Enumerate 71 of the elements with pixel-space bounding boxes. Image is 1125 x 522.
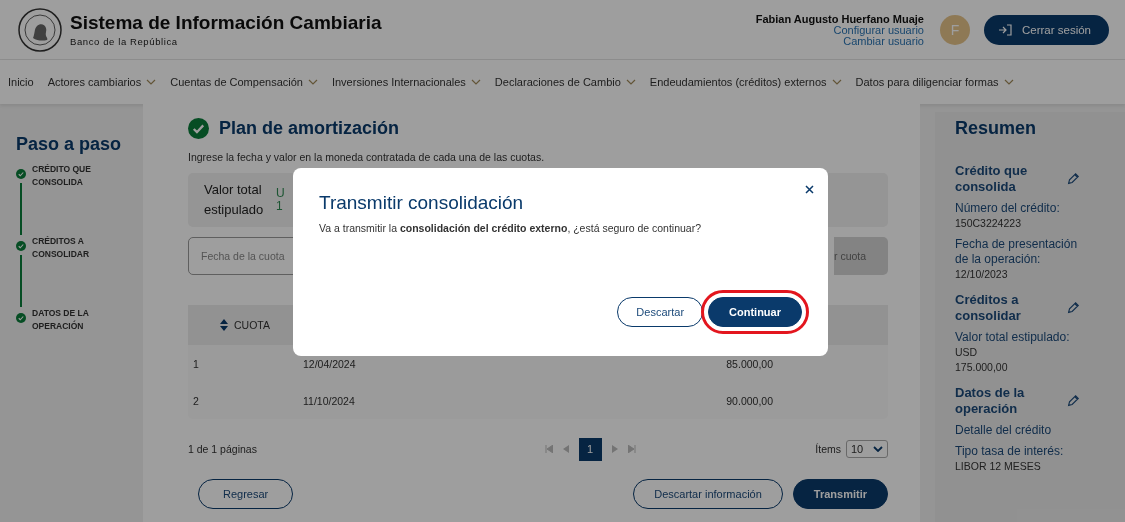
- action-button[interactable]: Transmitir: [792, 479, 888, 509]
- seal-logo: [18, 7, 62, 52]
- close-icon: [805, 185, 814, 194]
- nav-item[interactable]: Actores cambiarios: [47, 76, 157, 88]
- nav-item[interactable]: Inversiones Internacionales: [331, 76, 481, 88]
- step-label: CRÉDITOS A CONSOLIDAR: [32, 235, 91, 261]
- pencil-icon[interactable]: [1066, 394, 1080, 408]
- summary-section-title: Datos de la operación: [955, 385, 1026, 417]
- chevron-down-icon: [831, 79, 842, 85]
- currency-text: U: [276, 187, 285, 200]
- chevron-down-icon: [470, 79, 481, 85]
- table-cell-text: 12/04/2024: [303, 357, 357, 370]
- sort-icon: [220, 319, 228, 331]
- summary-section-title: Crédito que consolida: [955, 163, 1029, 195]
- page-button[interactable]: 1: [578, 437, 602, 461]
- nav-item[interactable]: Declaraciones de Cambio: [494, 76, 636, 88]
- page-summary: 1 de 1 páginas: [188, 443, 257, 455]
- instruction-text: Ingrese la fecha y valor en la moneda contratada de cada una de las cuotas.: [188, 151, 546, 163]
- amount-text: 1: [276, 200, 284, 213]
- table-cell-text: 85.000,00: [725, 357, 773, 370]
- items-label: Ítems: [815, 443, 841, 455]
- summary-title: Resumen: [955, 118, 1038, 139]
- summary-value: 150C3224223: [955, 216, 1022, 231]
- check-icon: [16, 241, 26, 251]
- nav-item[interactable]: Inicio: [8, 76, 34, 88]
- user-link[interactable]: Cambiar usuario: [843, 35, 924, 47]
- table-cell-text: 2: [193, 394, 200, 407]
- summary-label: Número del crédito:: [955, 201, 1061, 216]
- summary-section-title: Créditos a consolidar: [955, 292, 1022, 324]
- chevron-down-icon: [625, 79, 636, 85]
- nav-item[interactable]: Endeudamientos (créditos) externos: [649, 76, 842, 88]
- check-icon: [188, 118, 209, 139]
- summary-label: Detalle del crédito: [955, 423, 1053, 438]
- chevron-down-icon: [873, 446, 883, 452]
- summary-label: Tipo tasa de interés:: [955, 444, 1065, 459]
- chevron-down-icon: [307, 79, 318, 85]
- table-cell-text: 90.000,00: [725, 394, 773, 407]
- check-icon: [16, 313, 26, 323]
- dialog-message: Va a transmitir la consolidación del crédito externo, ¿está seguro de continuar?: [319, 222, 703, 234]
- table-cell-text: 1: [193, 357, 200, 370]
- summary-label: Fecha de presentación de la operación:: [955, 237, 1079, 267]
- total-label: Valor total estipulado: [204, 181, 265, 219]
- summary-label: Valor total estipulado:: [955, 330, 1071, 345]
- action-button[interactable]: Descartar información: [633, 479, 783, 509]
- nav-item[interactable]: Cuentas de Compensación: [170, 76, 318, 88]
- logout-button[interactable]: Cerrar sesión: [983, 14, 1109, 45]
- summary-value: 12/10/2023: [955, 267, 1009, 282]
- steps-title: Paso a paso: [16, 134, 123, 155]
- nav-item[interactable]: Datos para diligenciar formas: [855, 76, 1014, 88]
- column-header[interactable]: CUOTA: [220, 319, 270, 331]
- sign-in-icon: [997, 23, 1012, 36]
- summary-value: LIBOR 12 MESES: [955, 459, 1042, 474]
- step-label: DATOS DE LA OPERACIÓN: [32, 307, 90, 333]
- pencil-icon[interactable]: [1066, 301, 1080, 315]
- user-name: Fabian Augusto Huerfano Muaje: [755, 12, 924, 25]
- chevron-down-icon: [1003, 79, 1014, 85]
- summary-value: 175.000,00: [955, 360, 1009, 375]
- summary-value: USD: [955, 345, 979, 360]
- dialog-button[interactable]: Descartar: [617, 297, 704, 327]
- section-title: Plan de amortización: [219, 118, 400, 139]
- app-title: Sistema de Información Cambiaria: [70, 12, 383, 34]
- check-icon: [16, 169, 26, 179]
- dialog-title: Transmitir consolidación: [319, 192, 525, 214]
- action-button[interactable]: Regresar: [198, 479, 294, 509]
- app-subtitle: Banco de la República: [70, 36, 179, 47]
- step-label: CRÉDITO QUE CONSOLIDA: [32, 163, 92, 189]
- user-link[interactable]: Configurar usuario: [833, 24, 924, 36]
- pencil-icon[interactable]: [1066, 172, 1080, 186]
- chevron-down-icon: [146, 79, 157, 85]
- page-size-select[interactable]: 10: [846, 440, 888, 458]
- table-cell-text: 11/10/2024: [303, 394, 356, 407]
